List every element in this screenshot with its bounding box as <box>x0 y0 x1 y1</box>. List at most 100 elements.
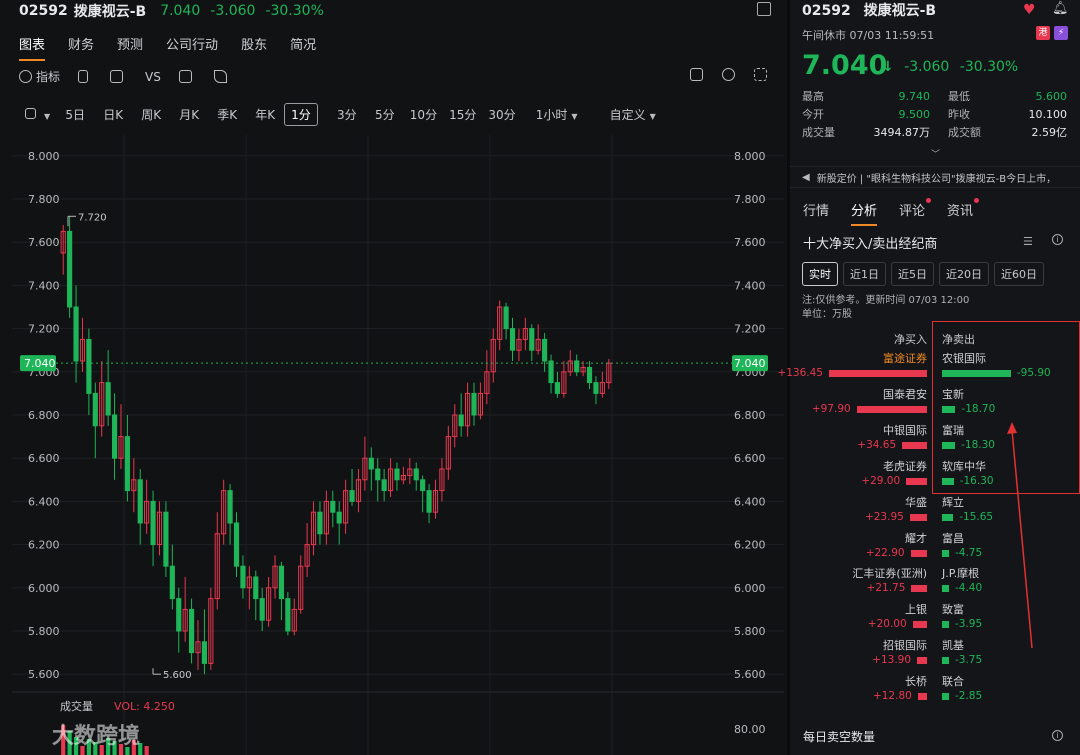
tab-news[interactable]: 资讯 <box>947 198 980 226</box>
y-tick-label-right: 6.800 <box>734 409 766 422</box>
period-10min[interactable]: 10分 <box>404 104 443 125</box>
volume-value: VOL: 4.250 <box>114 700 175 713</box>
short-selling-title: 每日卖空数量 <box>803 730 876 744</box>
period-3min[interactable]: 3分 <box>328 104 366 125</box>
range-5d[interactable]: 近5日 <box>891 262 934 286</box>
bell-icon[interactable]: 🔔︎ <box>1052 1 1069 16</box>
square-button[interactable] <box>110 70 127 83</box>
candle-style-button[interactable] <box>78 70 92 83</box>
tab-finance[interactable]: 财务 <box>68 34 94 61</box>
camera-icon[interactable] <box>690 68 703 81</box>
info-icon[interactable]: i <box>1052 234 1063 245</box>
news-ticker[interactable]: ◀ 新股定价 | "眼科生物科技公司"拨康视云-B今日上市， <box>790 166 1080 188</box>
tab-market[interactable]: 行情 <box>803 200 829 226</box>
heart-icon[interactable]: ♥ <box>1023 2 1036 18</box>
period-1min[interactable]: 1分 <box>284 103 318 126</box>
net-buy-header: 净买入 <box>894 333 927 346</box>
period-settings-button[interactable]: ▼ <box>19 106 56 124</box>
chart-svg: 8.000 8.000 7.800 7.800 7.600 7.600 7.400 7.400… <box>12 135 784 755</box>
sell-value: -3.95 <box>955 618 983 631</box>
area-chart-icon <box>178 70 192 83</box>
candle-body <box>227 490 233 524</box>
candle-body <box>111 414 118 459</box>
broker-section-title: 十大净买入/卖出经纪商 <box>803 237 938 252</box>
indicator-label: 指标 <box>36 70 61 84</box>
exit-icon[interactable] <box>757 2 771 16</box>
period-1hour[interactable]: 1小时 ▼ <box>522 104 592 125</box>
chevron-down-icon[interactable]: ﹀ <box>931 147 940 160</box>
period-15min[interactable]: 15分 <box>443 104 482 125</box>
fullscreen-icon[interactable] <box>754 68 767 81</box>
buy-broker-name: 汇丰证券(亚洲) <box>852 567 927 581</box>
quote-panel: 02592 拨康视云-B ♥ 🔔︎ 午间休市 07/03 11:59:51 港 … <box>777 0 1080 755</box>
tab-profile[interactable]: 简况 <box>290 34 316 61</box>
vs-button[interactable]: VS <box>145 70 161 84</box>
chart-toolbar-right <box>675 68 771 81</box>
range-60d[interactable]: 近60日 <box>994 262 1044 286</box>
candlestick-chart[interactable]: 8.000 8.000 7.800 7.800 7.600 7.600 7.400 7.400… <box>12 130 784 755</box>
y-tick-label-right: 7.600 <box>734 236 766 249</box>
candle-body <box>73 306 79 362</box>
info-icon[interactable]: i <box>1052 730 1063 741</box>
last-price-label-right: 7.040 <box>734 357 766 370</box>
list-icon[interactable]: ☰ <box>1023 235 1033 248</box>
tab-forecast[interactable]: 预测 <box>117 34 143 61</box>
y-tick-label-left: 7.800 <box>28 193 60 206</box>
candle-body <box>375 468 381 481</box>
range-realtime[interactable]: 实时 <box>802 262 838 286</box>
buy-value: +136.45 <box>777 367 823 379</box>
buy-value: +22.90 <box>865 546 905 559</box>
period-year[interactable]: 年K <box>246 104 284 125</box>
period-5d[interactable]: 5日 <box>56 104 94 125</box>
period-custom[interactable]: 自定义 ▼ <box>604 104 662 125</box>
tab-corporate-action[interactable]: 公司行动 <box>166 34 218 61</box>
draw-button[interactable] <box>213 70 231 83</box>
indicator-button[interactable]: 指标 <box>19 68 60 85</box>
tab-comments[interactable]: 评论 <box>899 198 932 226</box>
y-tick-label-right: 6.200 <box>734 539 766 552</box>
period-week[interactable]: 周K <box>132 104 170 125</box>
period-quarter[interactable]: 季K <box>208 104 246 125</box>
quote-change-value: -3.060 <box>904 59 950 75</box>
candle-body <box>503 306 509 330</box>
stat-value: 5.600 <box>1035 89 1068 103</box>
period-day[interactable]: 日K <box>94 104 132 125</box>
tab-analysis[interactable]: 分析 <box>851 200 878 226</box>
candle-body <box>253 576 259 600</box>
buy-value: +13.90 <box>872 654 912 667</box>
period-selector: ▼ 5日 日K 周K 月K 季K 年K 1分 3分 5分 10分 15分 30分… <box>19 103 662 126</box>
buy-value: +97.90 <box>811 402 851 415</box>
area-chart-button[interactable] <box>178 70 196 83</box>
period-30min[interactable]: 30分 <box>482 104 521 125</box>
period-5min[interactable]: 5分 <box>366 104 404 125</box>
candle-body <box>137 479 143 524</box>
range-20d[interactable]: 近20日 <box>939 262 989 286</box>
last-price-label-left: 7.040 <box>24 357 56 370</box>
stat-value: 3494.87万 <box>873 126 931 139</box>
tab-shareholders[interactable]: 股东 <box>241 34 267 61</box>
period-month[interactable]: 月K <box>170 104 208 125</box>
watermark-logo: 大数跨境 <box>0 718 140 750</box>
stat-row: 成交量 3494.87万 成交额 2.59亿 <box>802 123 1067 141</box>
candle-body <box>381 479 387 492</box>
unit-note: 单位：万股 <box>802 309 852 320</box>
period-icon <box>25 107 36 119</box>
buy-bar <box>856 405 927 413</box>
sell-value: -3.75 <box>955 654 983 667</box>
buy-value: +23.95 <box>864 510 904 523</box>
sell-value: -15.65 <box>959 510 994 523</box>
volume-title: 成交量 <box>60 699 93 713</box>
y-tick-label-right: 5.600 <box>734 668 766 681</box>
candle-body <box>349 490 355 502</box>
sell-broker-name: 联合 <box>942 675 964 689</box>
candle-body <box>188 608 195 654</box>
tab-chart[interactable]: 图表 <box>19 34 46 61</box>
y-tick-label-right: 6.400 <box>734 495 766 508</box>
watermark-text: 大数跨境 <box>52 724 141 749</box>
candle-body <box>105 382 111 416</box>
gear-icon[interactable] <box>722 68 735 81</box>
buy-broker-name: 富途证券 <box>883 352 927 365</box>
range-1d[interactable]: 近1日 <box>843 262 886 286</box>
stat-label: 今开 <box>802 108 824 121</box>
market-status: 午间休市 07/03 11:59:51 <box>802 29 935 42</box>
